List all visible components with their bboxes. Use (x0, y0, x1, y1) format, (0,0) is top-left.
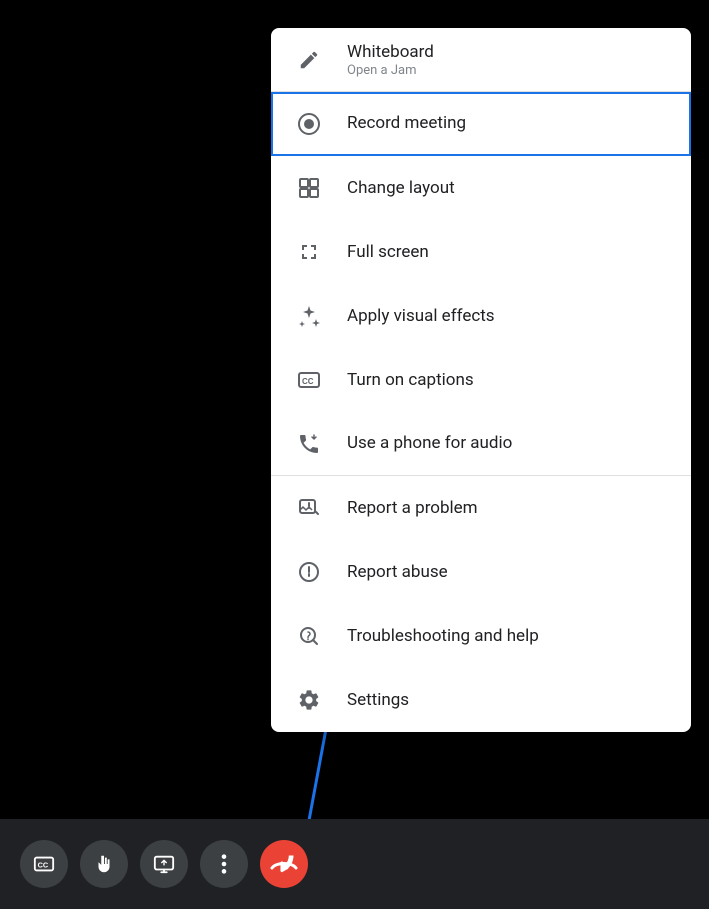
record-meeting-text-group: Record meeting (347, 112, 466, 134)
end-call-toolbar-btn[interactable] (260, 840, 308, 888)
menu-item-settings[interactable]: Settings (271, 668, 691, 732)
toolbar: CC (0, 819, 709, 909)
pencil-icon (295, 46, 323, 74)
troubleshoot-icon (295, 622, 323, 650)
more-options-toolbar-btn[interactable] (200, 840, 248, 888)
visual-effects-label: Apply visual effects (347, 305, 495, 327)
menu-item-full-screen[interactable]: Full screen (271, 220, 691, 284)
whiteboard-label: Whiteboard (347, 41, 434, 63)
captions-menu-icon: CC (295, 366, 323, 394)
menu-item-change-layout[interactable]: Change layout (271, 156, 691, 220)
captions-label: Turn on captions (347, 369, 474, 391)
report-problem-icon (295, 494, 323, 522)
record-icon (295, 110, 323, 138)
settings-icon (295, 686, 323, 714)
full-screen-label: Full screen (347, 241, 429, 263)
captions-toolbar-btn[interactable]: CC (20, 840, 68, 888)
menu-item-record-meeting[interactable]: Record meeting (271, 92, 691, 156)
report-problem-label: Report a problem (347, 497, 478, 519)
whiteboard-sublabel: Open a Jam (347, 63, 434, 78)
record-meeting-label: Record meeting (347, 112, 466, 134)
menu-item-report-abuse[interactable]: Report abuse (271, 540, 691, 604)
effects-icon (295, 302, 323, 330)
svg-text:CC: CC (302, 377, 314, 386)
phone-icon (295, 430, 323, 458)
change-layout-label: Change layout (347, 177, 455, 199)
settings-label: Settings (347, 689, 409, 711)
menu-item-whiteboard[interactable]: Whiteboard Open a Jam (271, 28, 691, 92)
whiteboard-text-group: Whiteboard Open a Jam (347, 41, 434, 78)
menu-item-captions[interactable]: CC Turn on captions (271, 348, 691, 412)
fullscreen-icon (295, 238, 323, 266)
raise-hand-toolbar-btn[interactable] (80, 840, 128, 888)
troubleshooting-label: Troubleshooting and help (347, 625, 539, 647)
report-abuse-label: Report abuse (347, 561, 448, 583)
svg-text:CC: CC (38, 861, 49, 870)
menu-item-visual-effects[interactable]: Apply visual effects (271, 284, 691, 348)
menu-item-report-problem[interactable]: Report a problem (271, 476, 691, 540)
menu-item-troubleshooting[interactable]: Troubleshooting and help (271, 604, 691, 668)
phone-audio-label: Use a phone for audio (347, 432, 512, 454)
report-abuse-icon (295, 558, 323, 586)
present-toolbar-btn[interactable] (140, 840, 188, 888)
menu-item-phone-audio[interactable]: Use a phone for audio (271, 412, 691, 476)
layout-icon (295, 174, 323, 202)
context-menu: Whiteboard Open a Jam Record meeting Cha… (271, 28, 691, 732)
